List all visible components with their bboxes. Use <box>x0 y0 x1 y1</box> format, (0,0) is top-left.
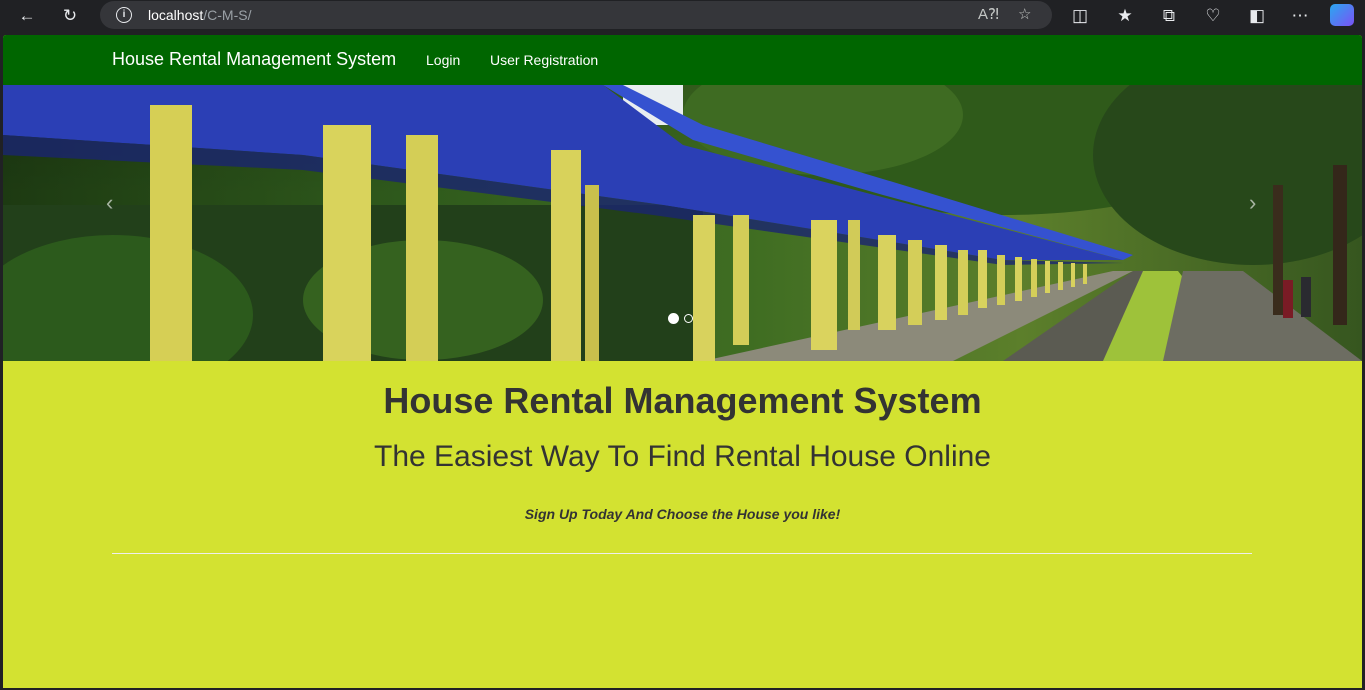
collections-icon[interactable]: ⧉ <box>1156 4 1182 28</box>
page-viewport: House Rental Management System Login Use… <box>3 35 1362 688</box>
image-carousel: ‹ › <box>3 85 1362 361</box>
address-bar[interactable]: i localhost/C-M-S/ A⁈ ☆ <box>100 1 1052 29</box>
more-menu-icon[interactable]: ⋯ <box>1287 4 1313 28</box>
carousel-indicator-2[interactable] <box>684 314 693 323</box>
favorite-star-icon[interactable]: ☆ <box>1018 5 1031 23</box>
divider <box>112 553 1252 554</box>
url-path: /C-M-S/ <box>203 7 252 23</box>
nav-link-user-registration[interactable]: User Registration <box>490 52 598 68</box>
browser-toolbar: ← ↻ i localhost/C-M-S/ A⁈ ☆ ◫ ★ ⧉ ♡ ◧ ⋯ <box>0 0 1365 32</box>
nav-link-login[interactable]: Login <box>426 52 460 68</box>
favorites-icon[interactable]: ★ <box>1112 4 1138 28</box>
carousel-indicator-1[interactable] <box>668 313 679 324</box>
reload-icon[interactable]: ↻ <box>57 4 83 28</box>
copilot-icon[interactable] <box>1330 4 1354 26</box>
navbar: House Rental Management System Login Use… <box>3 35 1362 85</box>
hero-note: Sign Up Today And Choose the House you l… <box>524 506 841 522</box>
carousel-indicators <box>668 313 693 324</box>
hero-title: House Rental Management System <box>383 380 982 421</box>
url-text[interactable]: localhost/C-M-S/ <box>148 7 251 23</box>
carousel-next-icon[interactable]: › <box>1249 190 1256 216</box>
carousel-prev-icon[interactable]: ‹ <box>106 190 113 216</box>
url-host: localhost <box>148 7 204 23</box>
back-icon[interactable]: ← <box>14 4 40 28</box>
read-aloud-icon[interactable]: A⁈ <box>978 5 999 23</box>
edge-icon[interactable]: ◧ <box>1244 4 1270 28</box>
hero-subtitle: The Easiest Way To Find Rental House Onl… <box>374 440 991 473</box>
navbar-brand[interactable]: House Rental Management System <box>112 49 396 70</box>
browser-essentials-icon[interactable]: ♡ <box>1200 4 1226 28</box>
site-info-icon[interactable]: i <box>116 7 132 23</box>
split-screen-icon[interactable]: ◫ <box>1067 4 1093 28</box>
